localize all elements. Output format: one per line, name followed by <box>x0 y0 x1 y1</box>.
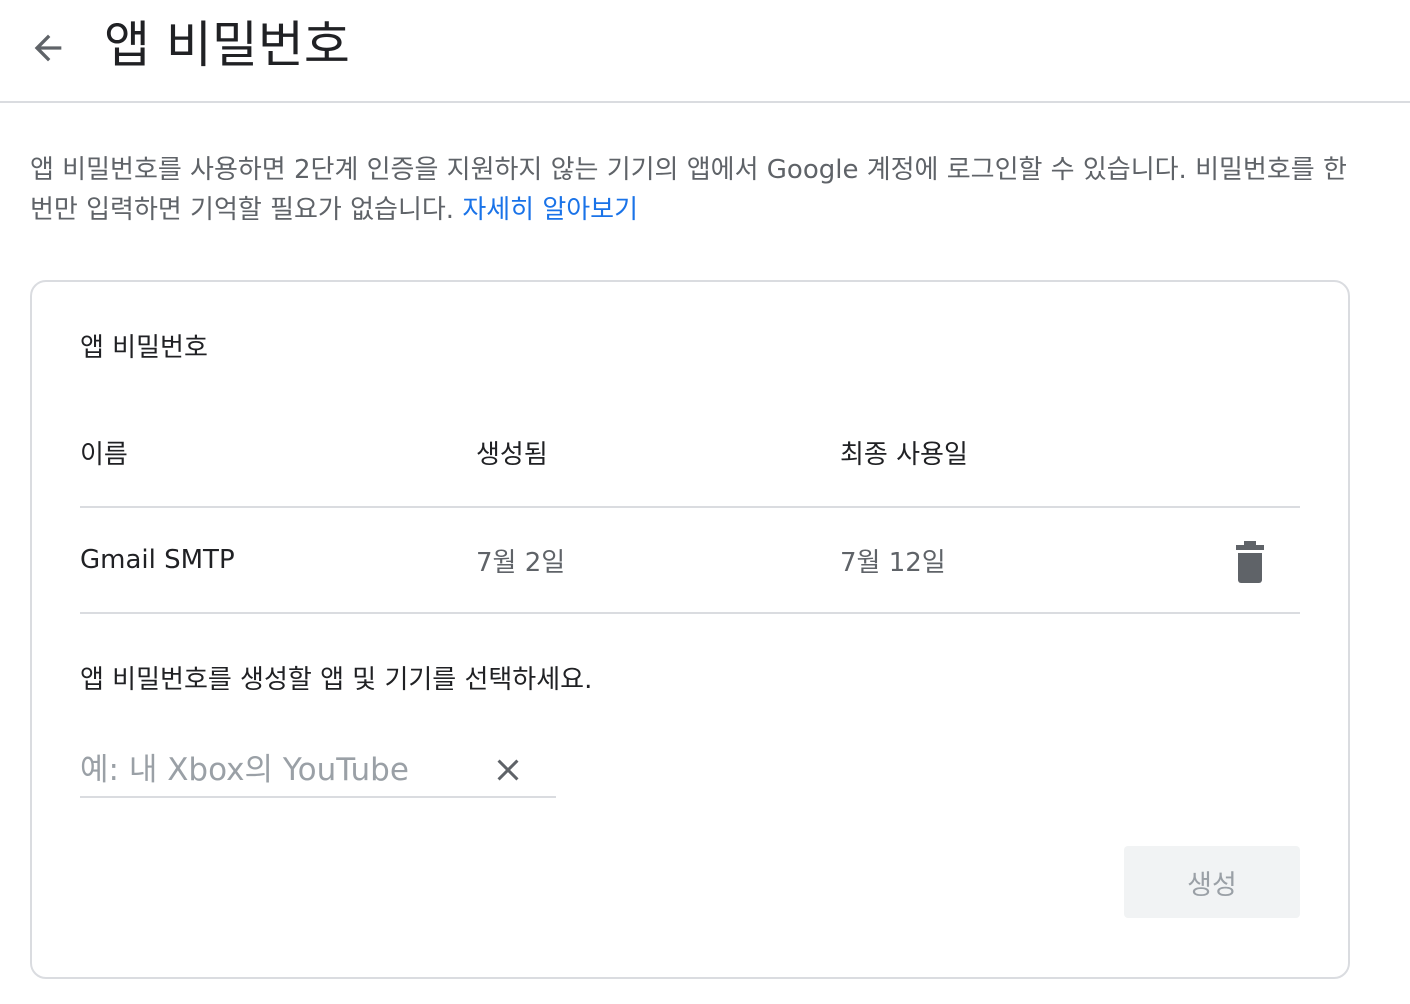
table-row: Gmail SMTP 7월 2일 7월 12일 <box>80 508 1300 614</box>
app-passwords-card: 앱 비밀번호 이름 생성됨 최종 사용일 Gmail SMTP 7월 2일 7월… <box>30 280 1350 979</box>
description: 앱 비밀번호를 사용하면 2단계 인증을 지원하지 않는 기기의 앱에서 Goo… <box>30 150 1370 230</box>
close-icon <box>497 759 519 781</box>
delete-button[interactable] <box>1224 536 1276 588</box>
header: 앱 비밀번호 <box>0 0 1410 103</box>
arrow-back-icon <box>34 34 62 62</box>
back-button[interactable] <box>22 22 74 74</box>
column-header-name: 이름 <box>80 440 128 470</box>
generate-button[interactable]: 생성 <box>1124 846 1300 918</box>
app-name-field <box>80 742 556 798</box>
app-name-input[interactable] <box>80 748 480 792</box>
trash-icon <box>1236 541 1264 583</box>
select-app-label: 앱 비밀번호를 생성할 앱 및 기기를 선택하세요. <box>80 665 593 695</box>
table-header: 이름 생성됨 최종 사용일 <box>80 418 1300 508</box>
learn-more-link[interactable]: 자세히 알아보기 <box>462 195 638 225</box>
clear-button[interactable] <box>484 746 532 794</box>
last-used-cell: 7월 12일 <box>840 547 946 578</box>
page-title: 앱 비밀번호 <box>104 16 350 74</box>
column-header-created: 생성됨 <box>476 440 548 470</box>
app-passwords-table: 이름 생성됨 최종 사용일 Gmail SMTP 7월 2일 7월 12일 <box>80 418 1300 614</box>
card-title: 앱 비밀번호 <box>80 333 208 363</box>
description-text: 앱 비밀번호를 사용하면 2단계 인증을 지원하지 않는 기기의 앱에서 Goo… <box>30 155 1347 225</box>
app-name-cell: Gmail SMTP <box>80 545 235 575</box>
column-header-last-used: 최종 사용일 <box>840 440 968 470</box>
created-date-cell: 7월 2일 <box>476 547 566 578</box>
